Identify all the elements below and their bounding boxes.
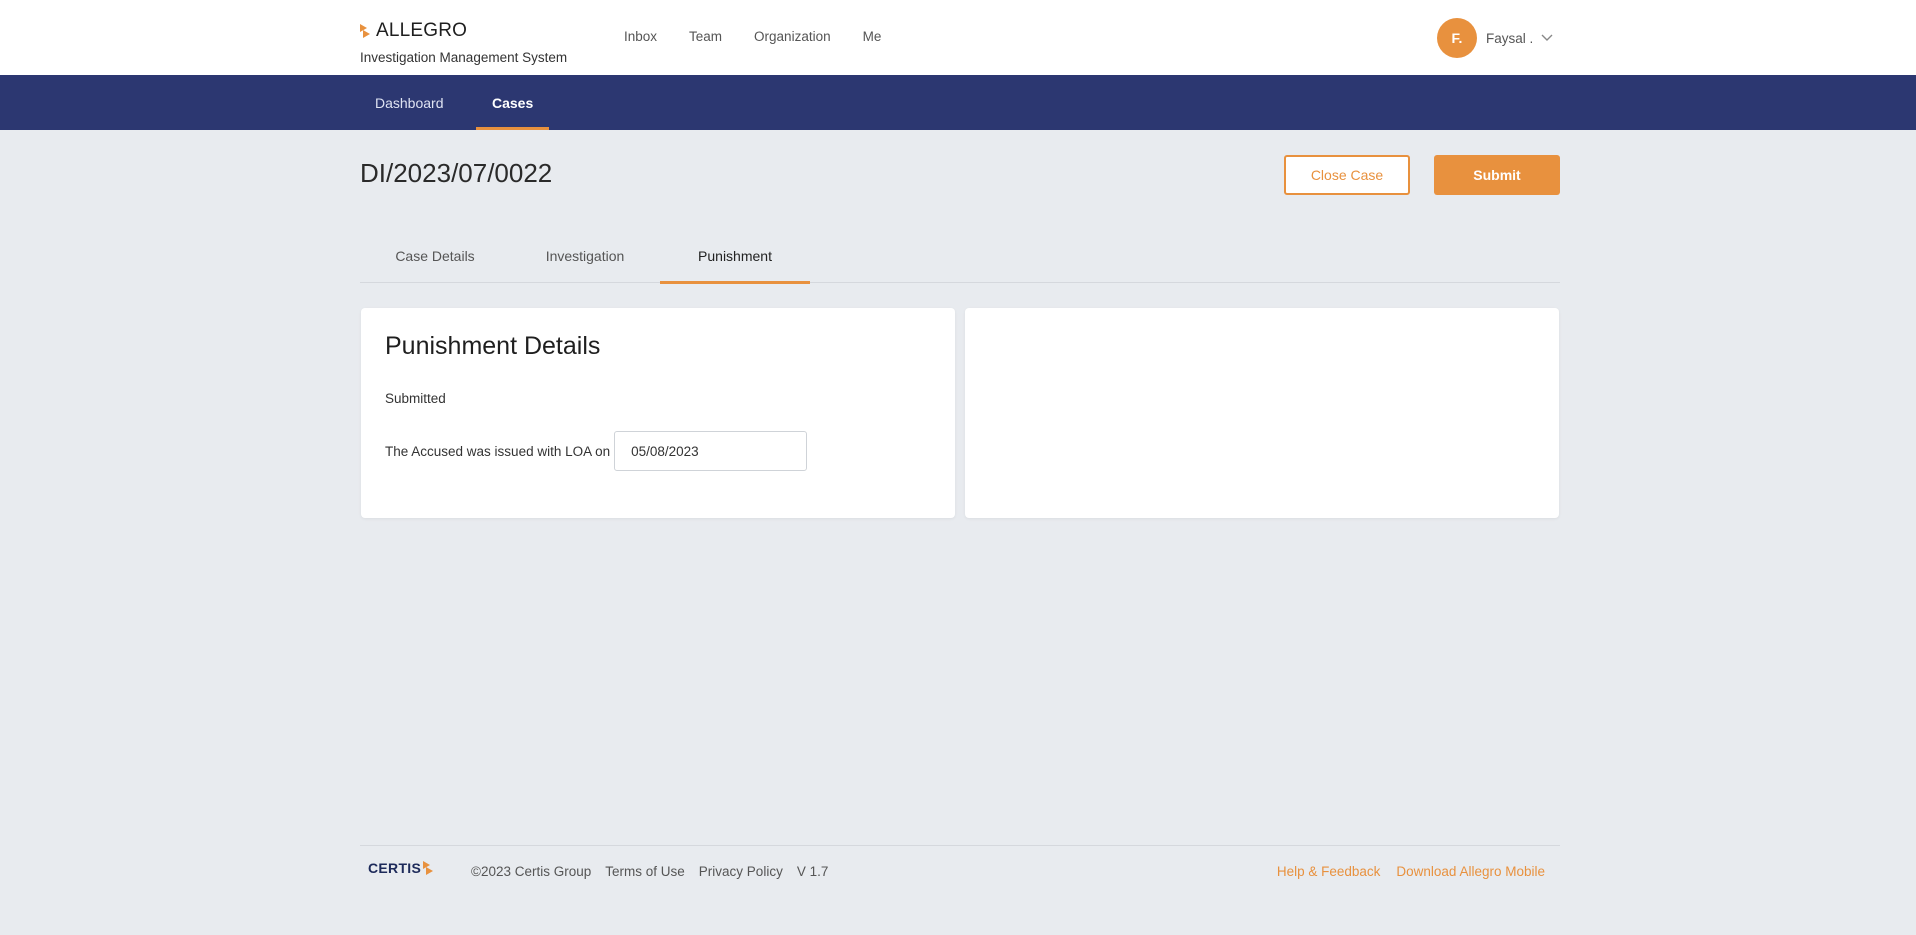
status-text: Submitted — [385, 391, 446, 406]
certis-logo-icon — [423, 861, 434, 875]
top-header: ALLEGRO Investigation Management System … — [0, 0, 1916, 75]
footer: CERTIS ©2023 Certis Group Terms of Use P… — [360, 845, 1560, 900]
tab-investigation[interactable]: Investigation — [510, 228, 660, 283]
terms-link[interactable]: Terms of Use — [605, 864, 685, 879]
help-feedback-link[interactable]: Help & Feedback — [1277, 864, 1381, 879]
close-case-button[interactable]: Close Case — [1284, 155, 1410, 195]
nav-me[interactable]: Me — [863, 29, 882, 44]
brand[interactable]: ALLEGRO Investigation Management System — [360, 20, 567, 65]
loa-label: The Accused was issued with LOA on — [385, 443, 611, 459]
page-title: DI/2023/07/0022 — [360, 158, 553, 188]
avatar[interactable]: F. — [1437, 18, 1477, 58]
nav-inbox[interactable]: Inbox — [624, 29, 657, 44]
allegro-logo-icon — [360, 24, 370, 38]
user-name[interactable]: Faysal . — [1486, 31, 1533, 46]
punishment-details-card: Punishment Details Submitted The Accused… — [361, 308, 955, 518]
submit-button[interactable]: Submit — [1434, 155, 1560, 195]
certis-logo-text: CERTIS — [368, 860, 422, 876]
case-tabs: Case Details Investigation Punishment — [360, 228, 1560, 284]
brand-subtitle: Investigation Management System — [360, 50, 568, 65]
nav-organization[interactable]: Organization — [754, 29, 831, 44]
navtab-cases[interactable]: Cases — [476, 75, 550, 130]
footer-right-links: Help & Feedback Download Allegro Mobile — [1261, 864, 1545, 879]
main-navbar: Dashboard Cases — [0, 75, 1916, 130]
loa-date-field[interactable] — [614, 431, 808, 471]
certis-logo: CERTIS — [368, 860, 435, 876]
footer-links: ©2023 Certis Group Terms of Use Privacy … — [471, 864, 842, 879]
user-menu[interactable]: F. Faysal . — [1437, 18, 1553, 58]
top-nav: Inbox Team Organization Me — [624, 29, 913, 44]
navtab-dashboard[interactable]: Dashboard — [375, 75, 444, 130]
card-title: Punishment Details — [385, 332, 601, 360]
nav-team[interactable]: Team — [689, 29, 722, 44]
brand-name: ALLEGRO — [376, 20, 468, 41]
tab-case-details[interactable]: Case Details — [360, 228, 510, 283]
privacy-link[interactable]: Privacy Policy — [699, 864, 783, 879]
secondary-panel-card — [965, 308, 1559, 518]
version-text: V 1.7 — [796, 864, 829, 879]
loa-row: The Accused was issued with LOA on — [385, 431, 808, 471]
chevron-down-icon[interactable] — [1541, 34, 1553, 42]
tab-punishment[interactable]: Punishment — [660, 228, 810, 284]
download-mobile-link[interactable]: Download Allegro Mobile — [1396, 864, 1545, 879]
copyright-text: ©2023 Certis Group — [471, 864, 592, 879]
